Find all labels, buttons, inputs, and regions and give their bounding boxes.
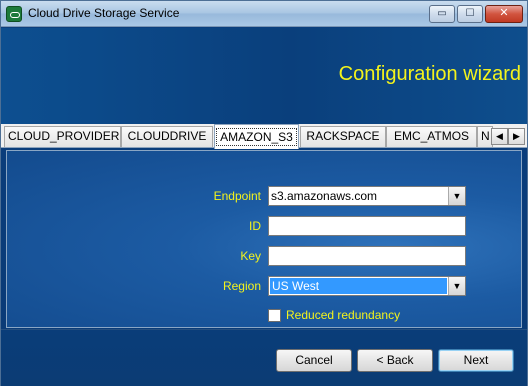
chevron-down-icon[interactable]: ▼	[448, 187, 465, 205]
region-label: Region	[222, 279, 261, 293]
amazon-s3-settings-panel: Endpoint s3.amazonaws.com ▼ ID Key Regio…	[6, 150, 522, 328]
close-button[interactable]: ✕	[485, 5, 523, 23]
maximize-button[interactable]: ☐	[457, 5, 483, 23]
chevron-down-icon[interactable]: ▼	[448, 277, 465, 295]
tab-label: CLOUD_PROVIDER	[8, 129, 120, 143]
endpoint-label: Endpoint	[213, 189, 261, 203]
tab-clouddrive[interactable]: CLOUDDRIVE	[121, 126, 213, 147]
tab-cloud-provider[interactable]: CLOUD_PROVIDER	[4, 126, 121, 147]
region-select[interactable]: US West ▼	[268, 276, 466, 296]
minimize-button[interactable]: ▭	[429, 5, 455, 23]
tab-label: CLOUDDRIVE	[127, 129, 207, 143]
tab-rackspace[interactable]: RACKSPACE	[300, 126, 386, 147]
provider-tabs: CLOUD_PROVIDER CLOUDDRIVE AMAZON_S3 RACK…	[1, 124, 527, 149]
id-field[interactable]	[268, 216, 466, 236]
id-label: ID	[249, 219, 261, 233]
wizard-header: Configuration wizard	[1, 28, 527, 124]
back-button[interactable]: < Back	[357, 349, 433, 372]
tab-emc-atmos[interactable]: EMC_ATMOS	[386, 126, 477, 147]
key-field[interactable]	[268, 246, 466, 266]
page-title: Configuration wizard	[338, 63, 521, 85]
key-label: Key	[240, 249, 261, 263]
wizard-footer: Cancel < Back Next	[1, 329, 527, 386]
reduced-redundancy-label[interactable]: Reduced redundancy	[286, 308, 400, 322]
next-button[interactable]: Next	[438, 349, 514, 372]
reduced-redundancy-checkbox[interactable]	[268, 309, 281, 322]
window-title: Cloud Drive Storage Service	[28, 6, 180, 20]
tab-label: AMAZON_S3	[216, 128, 297, 146]
tab-scroll-buttons: ◀ ▶	[491, 128, 525, 145]
tab-amazon-s3[interactable]: AMAZON_S3	[214, 124, 299, 149]
tab-label: EMC_ATMOS	[393, 129, 470, 143]
wizard-window: Cloud Drive Storage Service ▭ ☐ ✕ Config…	[0, 0, 528, 386]
tab-label: RACKSPACE	[306, 129, 380, 143]
chevron-left-icon[interactable]: ◀	[491, 128, 508, 145]
title-bar[interactable]: Cloud Drive Storage Service ▭ ☐ ✕	[1, 1, 527, 27]
endpoint-select[interactable]: s3.amazonaws.com ▼	[268, 186, 466, 206]
cloud-drive-app-icon	[6, 6, 22, 22]
chevron-right-icon[interactable]: ▶	[508, 128, 525, 145]
region-value: US West	[270, 278, 447, 294]
endpoint-value: s3.amazonaws.com	[271, 189, 378, 203]
cancel-button[interactable]: Cancel	[276, 349, 352, 372]
